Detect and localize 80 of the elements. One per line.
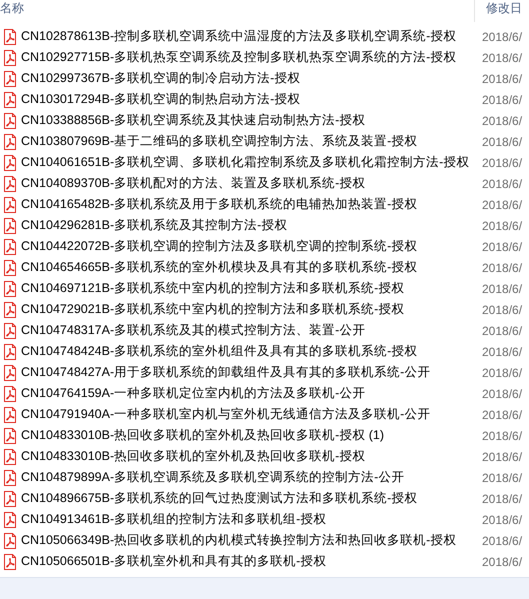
file-name[interactable]: CN104833010B-热回收多联机的室外机及热回收多联机-授权 (1) (21, 427, 481, 444)
modified-date: 2018/6/ (482, 134, 522, 148)
file-name[interactable]: CN102927715B-多联机热泵空调系统及控制多联机热泵空调系统的方法-授权 (21, 49, 481, 66)
pdf-file-icon (3, 344, 17, 360)
modified-date: 2018/6/ (482, 282, 522, 296)
file-name[interactable]: CN103017294B-多联机空调的制热启动方法-授权 (21, 91, 481, 108)
pdf-file-icon (3, 92, 17, 108)
file-name[interactable]: CN104748427A-用于多联机系统的卸载组件及具有其的多联机系统-公开 (21, 364, 481, 381)
modified-date: 2018/6/ (482, 512, 522, 526)
modified-date: 2018/6/ (482, 428, 522, 442)
pdf-file-icon (3, 154, 17, 170)
file-name[interactable]: CN104654665B-多联机系统的室外机模块及具有其的多联机系统-授权 (21, 259, 481, 276)
file-name[interactable]: CN104748317A-多联机系统及其的模式控制方法、装置-公开 (21, 322, 481, 339)
file-name[interactable]: CN104879899A-多联机空调系统及多联机空调系统的控制方法-公开 (21, 469, 481, 486)
file-name[interactable]: CN104697121B-多联机系统中室内机的控制方法和多联机系统-授权 (21, 280, 481, 297)
modified-date: 2018/6/ (482, 156, 522, 170)
pdf-file-icon (3, 428, 17, 444)
modified-date: 2018/6/ (482, 92, 522, 106)
modified-date: 2018/6/ (482, 366, 522, 380)
modified-date: 2018/6/ (482, 470, 522, 484)
pdf-file-icon (3, 134, 17, 150)
modified-date: 2018/6/ (482, 344, 522, 358)
modified-date: 2018/6/ (482, 534, 522, 548)
file-name[interactable]: CN104896675B-多联机系统的回气过热度测试方法和多联机系统-授权 (21, 490, 481, 507)
pdf-file-icon (3, 176, 17, 192)
file-name[interactable]: CN105066501B-多联机室外机和具有其的多联机-授权 (21, 553, 481, 570)
modified-date: 2018/6/ (482, 554, 522, 568)
pdf-file-icon (3, 238, 17, 254)
file-name[interactable]: CN104296281B-多联机系统及其控制方法-授权 (21, 217, 481, 234)
pdf-file-icon (3, 470, 17, 486)
file-name[interactable]: CN104833010B-热回收多联机的室外机及热回收多联机-授权 (21, 448, 481, 465)
file-name[interactable]: CN105066349B-热回收多联机的内机模式转换控制方法和热回收多联机-授权 (21, 532, 481, 549)
file-name[interactable]: CN104913461B-多联机组的控制方法和多联机组-授权 (21, 511, 481, 528)
file-name[interactable]: CN102878613B-控制多联机空调系统中温湿度的方法及多联机空调系统-授权 (21, 28, 481, 45)
pdf-file-icon (3, 70, 17, 86)
pdf-file-icon (3, 490, 17, 506)
pdf-file-icon (3, 50, 17, 66)
pdf-file-icon (3, 112, 17, 128)
modified-date: 2018/6/ (482, 324, 522, 338)
pdf-file-icon (3, 386, 17, 402)
modified-date: 2018/6/ (482, 114, 522, 128)
pdf-file-icon (3, 512, 17, 528)
pdf-file-icon (3, 406, 17, 422)
file-name[interactable]: CN104089370B-多联机配对的方法、装置及多联机系统-授权 (21, 175, 481, 192)
file-name[interactable]: CN103807969B-基于二维码的多联机空调控制方法、系统及装置-授权 (21, 133, 481, 150)
pdf-file-icon (3, 322, 17, 338)
file-name[interactable]: CN104729021B-多联机系统中室内机的控制方法和多联机系统-授权 (21, 301, 481, 318)
column-header[interactable]: 修改日 (486, 0, 522, 17)
modified-date: 2018/6/ (482, 218, 522, 232)
modified-date: 2018/6/ (482, 386, 522, 400)
file-name[interactable]: CN104764159A-一种多联机定位室内机的方法及多联机-公开 (21, 385, 481, 402)
modified-date: 2018/6/ (482, 176, 522, 190)
file-name[interactable]: CN104165482B-多联机系统及用于多联机系统的电辅热加热装置-授权 (21, 196, 481, 213)
modified-date: 2018/6/ (482, 198, 522, 212)
file-name[interactable]: CN103388856B-多联机空调系统及其快速启动制热方法-授权 (21, 112, 481, 129)
pdf-file-icon (3, 554, 17, 570)
modified-date: 2018/6/ (482, 450, 522, 464)
modified-date: 2018/6/ (482, 302, 522, 316)
modified-date: 2018/6/ (482, 30, 522, 44)
pdf-file-icon (3, 448, 17, 464)
pdf-file-icon (3, 218, 17, 234)
modified-date: 2018/6/ (482, 260, 522, 274)
column-header[interactable]: 名称 (0, 0, 475, 22)
pdf-file-icon (3, 532, 17, 548)
modified-date: 2018/6/ (482, 72, 522, 86)
modified-date: 2018/6/ (482, 240, 522, 254)
file-name[interactable]: CN104748424B-多联机系统的室外机组件及具有其的多联机系统-授权 (21, 343, 481, 360)
pdf-file-icon (3, 280, 17, 296)
file-name[interactable]: CN104061651B-多联机空调、多联机化霜控制系统及多联机化霜控制方法-授权 (21, 154, 481, 171)
file-name[interactable]: CN102997367B-多联机空调的制冷启动方法-授权 (21, 70, 481, 87)
pdf-file-icon (3, 364, 17, 380)
pdf-file-icon (3, 260, 17, 276)
pdf-file-icon (3, 196, 17, 212)
modified-date: 2018/6/ (482, 492, 522, 506)
file-name[interactable]: CN104791940A-一种多联机室内机与室外机无线通信方法及多联机-公开 (21, 406, 481, 423)
pdf-file-icon (3, 302, 17, 318)
modified-date: 2018/6/ (482, 50, 522, 64)
file-name[interactable]: CN104422072B-多联机空调的控制方法及多联机空调的控制系统-授权 (21, 238, 481, 255)
modified-date: 2018/6/ (482, 408, 522, 422)
pdf-file-icon (3, 28, 17, 44)
